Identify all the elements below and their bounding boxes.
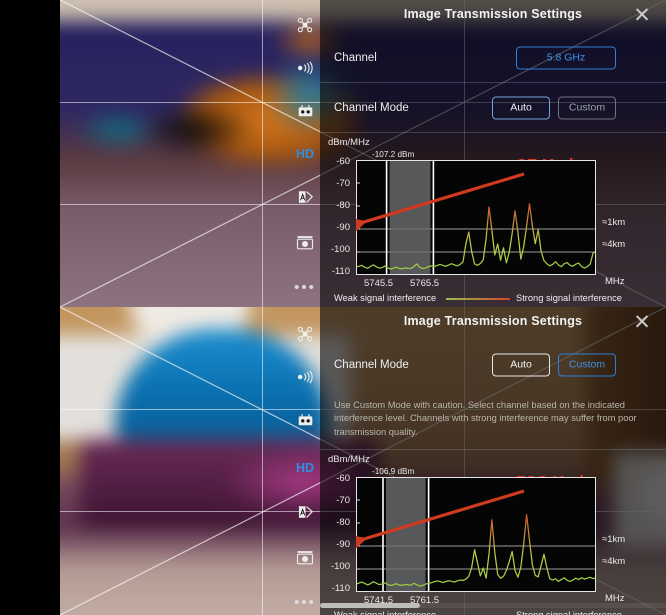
remote-controller-icon[interactable] (287, 405, 323, 435)
left-icon-rail-top: HD ••• (287, 0, 323, 307)
chart-legend-top: Weak signal interference Strong signal i… (320, 293, 666, 307)
peak-value-label: -106.9 dBm (372, 467, 415, 477)
y-tick: -90 (336, 222, 350, 233)
frame-top: HD ••• Image Transmission Settings ✕ Cha… (0, 0, 666, 307)
channel-mode-auto-button[interactable]: Auto (492, 353, 550, 377)
hd-quality-icon[interactable]: HD (287, 139, 323, 169)
range-1km-label: ≈1km (602, 534, 626, 546)
camera-icon[interactable] (287, 542, 323, 572)
spectrum-chart-fcc: dBm/MHz -106.9 dBm FCC Mode -60 -70 -80 … (320, 450, 666, 615)
hd-label: HD (295, 461, 315, 475)
close-icon[interactable]: ✕ (630, 4, 654, 28)
channel-row: Channel 5.8 GHz (320, 33, 666, 83)
y-axis-title: dBm/MHz (328, 454, 370, 466)
spectrum-chart-ce: dBm/MHz -107.2 dBm CE Mode -60 -70 -80 -… (320, 133, 666, 307)
channel-mode-custom-button[interactable]: Custom (558, 96, 616, 119)
y-tick: -70 (336, 178, 350, 189)
y-tick: -100 (330, 244, 350, 255)
y-tick: -110 (331, 583, 350, 595)
drone-icon[interactable] (287, 10, 323, 40)
signal-icon[interactable] (287, 362, 323, 392)
panel-header-top: Image Transmission Settings ✕ (320, 0, 666, 33)
more-options-icon[interactable]: ••• (287, 587, 323, 615)
custom-mode-warning-note: Use Custom Mode with caution. Select cha… (320, 390, 666, 451)
image-transmission-panel-top: Image Transmission Settings ✕ Channel 5.… (320, 0, 666, 307)
range-1km-label: ≈1km (602, 217, 626, 228)
y-tick: -80 (336, 517, 350, 529)
y-tick: -100 (330, 561, 350, 573)
panel-header-bottom: Image Transmission Settings ✕ (320, 307, 666, 340)
exposure-mode-icon[interactable] (287, 497, 323, 527)
channel-mode-label: Channel Mode (334, 101, 409, 114)
scrollbar-thumb[interactable] (320, 603, 420, 608)
more-options-icon[interactable]: ••• (287, 272, 323, 302)
channel-mode-auto-button[interactable]: Auto (492, 96, 550, 119)
range-4km-label: ≈4km (602, 556, 626, 568)
frame-bottom: HD ••• Image Transmission Settings ✕ Cha… (0, 307, 666, 615)
range-4km-label: ≈4km (602, 239, 626, 250)
x-tick: 5765.5 (410, 278, 440, 289)
legend-weak-label: Weak signal interference (334, 610, 436, 615)
channel-mode-row-top: Channel Mode Auto Custom (320, 83, 666, 133)
y-tick: -60 (336, 156, 350, 167)
panel-scrollbar[interactable] (320, 603, 666, 608)
hd-quality-icon[interactable]: HD (287, 453, 323, 483)
y-axis-title: dBm/MHz (328, 137, 370, 148)
camera-icon[interactable] (287, 227, 323, 257)
x-axis-title: MHz (605, 276, 625, 287)
legend-strong-label: Strong signal interference (516, 293, 622, 303)
panel-title: Image Transmission Settings (403, 314, 583, 328)
more-options-label: ••• (294, 278, 316, 296)
spectrum-plot-area (356, 477, 596, 593)
x-tick: 5745.5 (364, 278, 394, 289)
y-tick: -80 (336, 200, 350, 211)
y-tick: -110 (331, 266, 350, 277)
channel-label: Channel (334, 51, 377, 64)
close-icon[interactable]: ✕ (630, 311, 654, 335)
legend-gradient-line (446, 298, 510, 300)
remote-controller-icon[interactable] (287, 96, 323, 126)
y-tick: -60 (336, 473, 350, 485)
y-tick: -90 (336, 539, 350, 551)
signal-icon[interactable] (287, 53, 323, 83)
legend-strong-label: Strong signal interference (516, 610, 622, 615)
channel-mode-label: Channel Mode (334, 359, 409, 371)
drone-icon[interactable] (287, 319, 323, 349)
peak-value-label: -107.2 dBm (372, 150, 415, 159)
panel-title: Image Transmission Settings (403, 7, 583, 21)
more-options-label: ••• (294, 593, 316, 611)
channel-mode-row-bottom: Channel Mode Auto Custom (320, 340, 666, 390)
image-transmission-panel-bottom: Image Transmission Settings ✕ Channel Mo… (320, 307, 666, 615)
legend-weak-label: Weak signal interference (334, 293, 437, 303)
chart-legend-bottom: Weak signal interference Strong signal i… (320, 610, 666, 615)
app-screen: HD ••• Image Transmission Settings ✕ Cha… (0, 0, 666, 615)
spectrum-plot-area (356, 160, 596, 275)
left-icon-rail-bottom: HD ••• (287, 307, 323, 615)
hd-label: HD (295, 147, 315, 161)
channel-mode-custom-button[interactable]: Custom (558, 353, 616, 377)
channel-frequency-button[interactable]: 5.8 GHz (516, 46, 616, 69)
y-tick: -70 (336, 495, 350, 507)
exposure-mode-icon[interactable] (287, 182, 323, 212)
